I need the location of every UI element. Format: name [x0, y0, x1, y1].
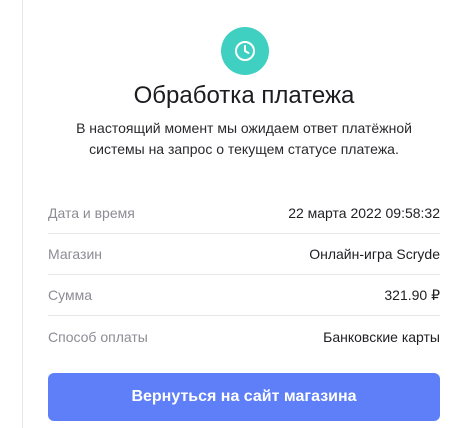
detail-label: Дата и время	[48, 205, 135, 221]
status-description: В настоящий момент мы ожидаем ответ плат…	[76, 120, 412, 157]
page-title: Обработка платежа	[133, 82, 355, 109]
clock-icon	[221, 27, 269, 75]
detail-row-shop: Магазин Онлайн-игра Scryde	[48, 234, 440, 275]
detail-label: Сумма	[48, 287, 92, 303]
detail-value: Онлайн-игра Scryde	[309, 246, 440, 262]
clock-icon-glyph	[235, 41, 255, 61]
detail-value: 22 марта 2022 09:58:32	[288, 205, 440, 221]
return-to-shop-button[interactable]: Вернуться на сайт магазина	[48, 373, 440, 421]
detail-label: Магазин	[48, 246, 103, 262]
detail-label: Способ оплаты	[48, 328, 148, 345]
payment-details: Дата и время 22 марта 2022 09:58:32 Мага…	[48, 193, 440, 357]
detail-row-amount: Сумма 321.90 ₽	[48, 275, 440, 316]
detail-value: Банковские карты	[323, 328, 440, 345]
detail-row-datetime: Дата и время 22 марта 2022 09:58:32	[48, 193, 440, 234]
detail-row-payment-method: Способ оплаты Банковские карты	[48, 316, 440, 357]
detail-value: 321.90 ₽	[384, 286, 440, 303]
payment-status-card: Обработка платежа В настоящий момент мы …	[23, 0, 459, 428]
